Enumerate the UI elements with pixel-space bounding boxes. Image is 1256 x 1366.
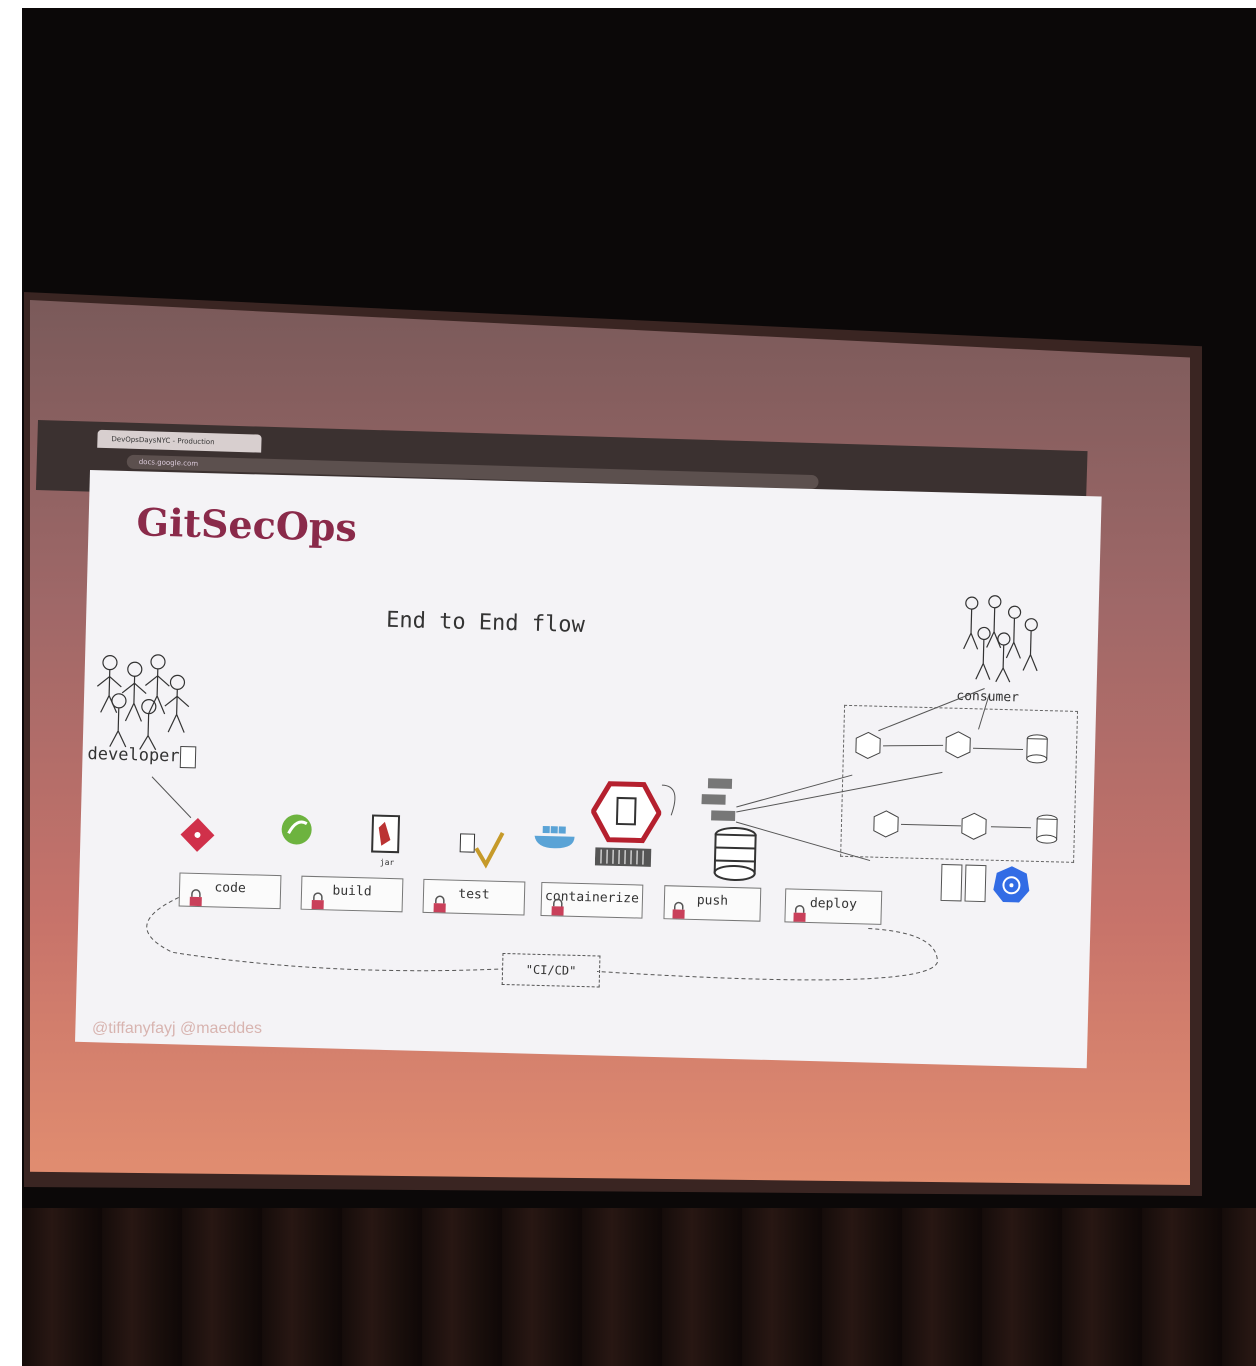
lock-icon — [433, 895, 446, 913]
cicd-label: "CI/CD" — [501, 952, 601, 988]
slide: GitSecOps End to End flow developer cons… — [75, 470, 1102, 1069]
lock-icon — [311, 892, 324, 910]
lock-icon — [672, 901, 685, 919]
browser-tab[interactable]: DevOpsDaysNYC - Production — [97, 429, 262, 453]
speaker-handles: @tiffanyfayj @maeddes — [92, 1020, 263, 1037]
lock-icon — [551, 898, 564, 916]
stage-curtain — [22, 1208, 1256, 1366]
lock-icon — [189, 889, 202, 907]
lock-icon — [793, 904, 806, 922]
